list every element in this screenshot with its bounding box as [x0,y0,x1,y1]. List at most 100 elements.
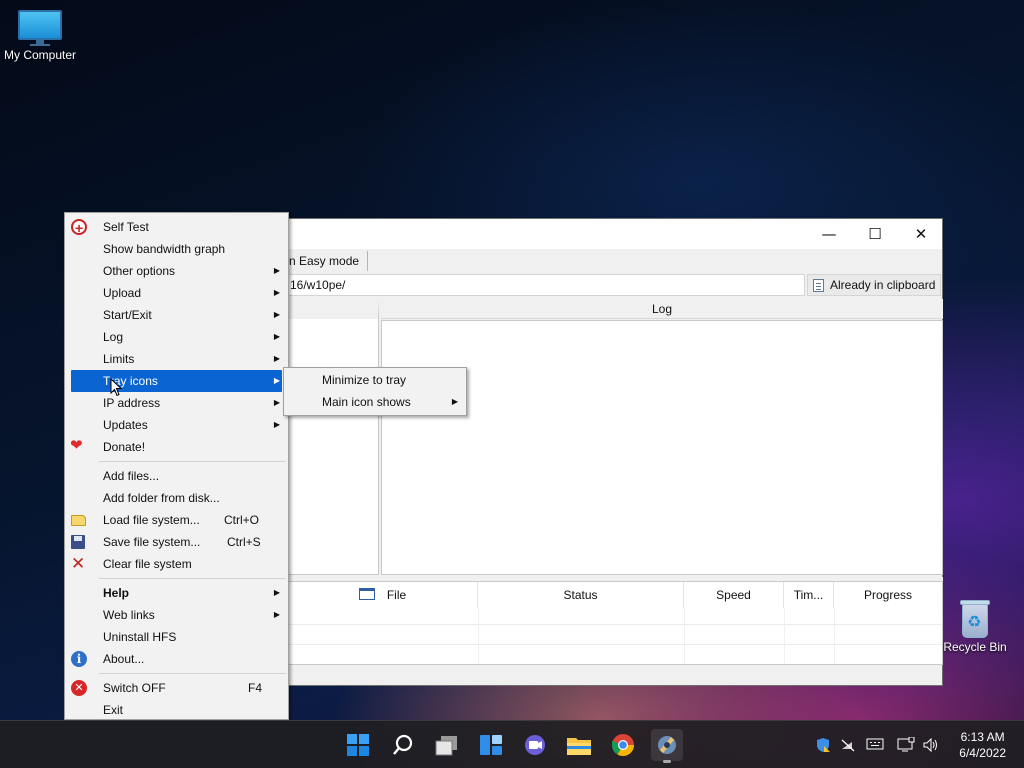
windows-logo-icon [347,734,369,756]
task-view-button[interactable] [431,729,463,761]
menu-item-upload[interactable]: Upload ▶ [65,282,288,304]
clear-x-icon: ✕ [71,554,86,574]
security-shield-icon[interactable] [815,737,831,757]
menu-item-load-file-system[interactable]: Load file system... Ctrl+O [65,509,288,531]
log-header: Log [381,299,943,319]
menu-item-label: Updates [103,418,148,432]
url-field[interactable]: 16/w10pe/ [285,274,805,296]
submenu-arrow-icon: ▶ [273,266,280,275]
log-pane[interactable] [381,320,943,575]
minimize-button[interactable]: — [806,219,852,249]
menu-item-label: About... [103,652,145,666]
easy-mode-button[interactable]: n Easy mode [289,251,369,271]
taskbar: 6:13 AM 6/4/2022 [0,720,1024,768]
display-icon[interactable] [897,736,915,757]
hfs-taskbar-button[interactable] [651,729,683,763]
clipboard-button[interactable]: Already in clipboard [807,274,941,296]
menu-item-updates[interactable]: Updates ▶ [65,414,288,436]
menu-item-log[interactable]: Log ▶ [65,326,288,348]
network-disconnected-icon[interactable] [840,737,856,757]
menu-item-label: Add files... [103,469,160,483]
menu-item-label: Show bandwidth graph [103,242,226,256]
menu-item-label: Help [103,586,130,600]
menu-item-label: Save file system... [103,535,201,549]
submenu-arrow-icon: ▶ [273,288,280,297]
clipboard-button-label: Already in clipboard [830,278,936,292]
menu-item-label: Donate! [103,440,146,454]
menu-item-donate[interactable]: ❤ Donate! [65,436,288,458]
keyboard-icon[interactable] [866,737,884,755]
column-header-speed[interactable]: Speed [684,582,784,608]
clock[interactable]: 6:13 AM 6/4/2022 [959,729,1006,761]
menu-item-label: Other options [103,264,176,278]
menu-item-exit[interactable]: Exit [65,699,288,721]
widgets-button[interactable] [475,729,507,761]
close-button[interactable]: ✕ [898,219,944,249]
menu-item-start-exit[interactable]: Start/Exit ▶ [65,304,288,326]
menu-item-ip-address[interactable]: IP address ▶ [65,392,288,414]
submenu-arrow-icon: ▶ [451,397,458,406]
column-header-time[interactable]: Tim... [784,582,834,608]
menu-item-label: Upload [103,286,142,300]
hfs-context-menu: Self Test Show bandwidth graph Other opt… [64,212,289,720]
menu-item-label: Clear file system [103,557,192,571]
menu-item-other-options[interactable]: Other options ▶ [65,260,288,282]
submenu-arrow-icon: ▶ [273,310,280,319]
column-divider [784,608,785,664]
menu-item-main-icon-shows[interactable]: Main icon shows ▶ [284,391,466,413]
file-explorer-button[interactable] [563,729,595,761]
menu-item-minimize-to-tray[interactable]: Minimize to tray [284,369,466,391]
menu-item-label: IP address [103,396,161,410]
menu-item-limits[interactable]: Limits ▶ [65,348,288,370]
menu-item-clear-file-system[interactable]: ✕ Clear file system [65,553,288,575]
menu-item-about[interactable]: i About... [65,648,288,670]
task-view-icon [435,736,457,756]
menu-item-uninstall-hfs[interactable]: Uninstall HFS [65,626,288,648]
menu-item-add-files[interactable]: Add files... [65,465,288,487]
menu-separator [99,578,286,579]
column-divider [478,608,479,664]
menu-item-label: Start/Exit [103,308,152,322]
table-row [288,644,942,645]
menu-item-self-test[interactable]: Self Test [65,216,288,239]
recycle-bin-desktop-icon[interactable]: ♻ Recycle Bin [935,598,1015,654]
menu-item-label: Load file system... [103,513,200,527]
virtual-file-system-pane[interactable] [287,299,379,575]
self-test-icon [71,217,87,239]
folder-open-icon [71,515,86,526]
column-header-file[interactable]: File [288,582,478,608]
my-computer-label: My Computer [3,48,77,62]
menu-item-save-file-system[interactable]: Save file system... Ctrl+S [65,531,288,553]
menu-item-label: Limits [103,352,135,366]
menu-item-show-bandwidth-graph[interactable]: Show bandwidth graph [65,238,288,260]
chrome-button[interactable] [607,729,639,761]
submenu-arrow-icon: ▶ [273,354,280,363]
menu-item-label: Minimize to tray [322,373,407,387]
window-icon [358,588,375,600]
maximize-button[interactable]: ☐ [852,219,898,249]
chat-button[interactable] [519,729,551,761]
switch-off-icon: ✕ [71,680,87,696]
menu-item-web-links[interactable]: Web links ▶ [65,604,288,626]
search-icon [393,734,413,755]
close-icon: ✕ [914,225,928,243]
my-computer-desktop-icon[interactable]: My Computer [0,10,80,62]
widgets-icon [480,735,502,755]
connections-table[interactable]: File Status Speed Tim... Progress [287,581,943,665]
menu-item-add-folder-from-disk[interactable]: Add folder from disk... [65,487,288,509]
info-icon: i [71,651,87,667]
column-header-progress[interactable]: Progress [834,582,942,608]
column-divider [684,608,685,664]
folder-icon [567,738,591,755]
submenu-arrow-icon: ▶ [273,376,280,385]
search-button[interactable] [387,729,419,761]
submenu-arrow-icon: ▶ [273,332,280,341]
floppy-disk-icon [71,535,85,549]
volume-icon[interactable] [922,737,940,757]
menu-item-tray-icons[interactable]: Tray icons ▶ [71,370,282,392]
menu-item-switch-off[interactable]: ✕ Switch OFF F4 [65,677,288,699]
column-header-status[interactable]: Status [478,582,684,608]
submenu-arrow-icon: ▶ [273,588,280,597]
start-button[interactable] [342,729,374,761]
menu-item-help[interactable]: Help ▶ [65,582,288,604]
